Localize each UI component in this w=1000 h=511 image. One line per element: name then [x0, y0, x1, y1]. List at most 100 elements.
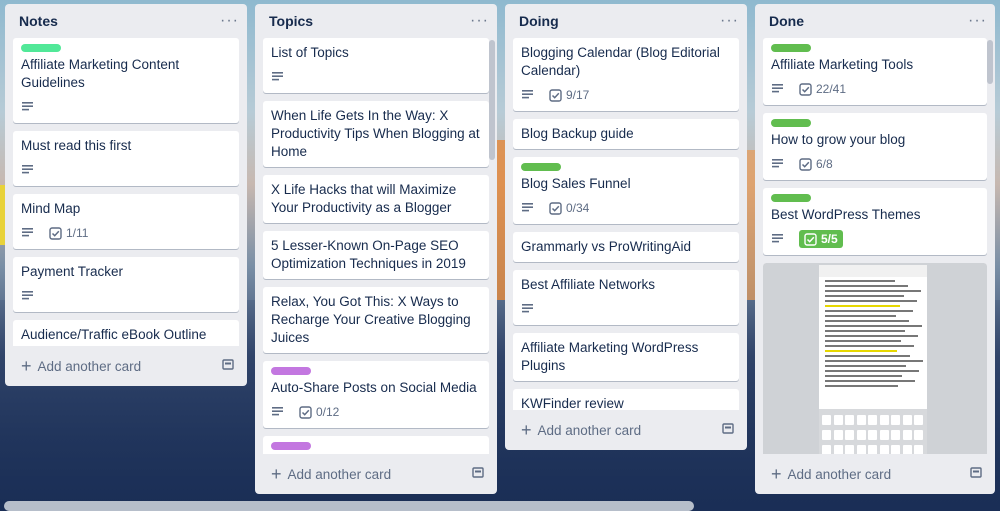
card-title: Best WordPress Themes — [771, 207, 921, 222]
card[interactable]: How to Start Increasing Your Facebook Pa… — [263, 436, 489, 454]
card-badges — [21, 160, 231, 180]
keyboard-key — [914, 445, 923, 454]
list-title[interactable]: Topics — [269, 13, 313, 29]
card-title: 5 Lesser-Known On-Page SEO Optimization … — [271, 238, 466, 271]
list-header: Notes ··· — [5, 4, 247, 38]
card[interactable]: Relax, You Got This: X Ways to Recharge … — [263, 287, 489, 353]
card[interactable]: Best Affiliate Networks — [513, 270, 739, 325]
card[interactable] — [763, 263, 987, 454]
description-icon — [271, 406, 289, 418]
list-scrollbar[interactable] — [489, 40, 495, 160]
text-line — [825, 325, 922, 327]
checklist-count: 0/12 — [316, 405, 340, 419]
card-label-purple[interactable] — [271, 442, 311, 450]
card-label-green[interactable] — [521, 163, 561, 171]
card[interactable]: Mind Map 1/11 — [13, 194, 239, 249]
keyboard-key — [822, 430, 831, 440]
card-label-purple[interactable] — [271, 367, 311, 375]
card-title: Must read this first — [21, 138, 132, 153]
text-line — [825, 340, 901, 342]
card[interactable]: Payment Tracker — [13, 257, 239, 312]
card[interactable]: Best WordPress Themes 5/5 — [763, 188, 987, 255]
card-list: Affiliate Marketing Content Guidelines Mu… — [5, 38, 247, 346]
text-line — [825, 370, 919, 372]
list-footer: + Add another card — [505, 410, 747, 450]
card[interactable]: Affiliate Marketing WordPress Plugins — [513, 333, 739, 381]
list-topics: Topics ··· List of Topics When Life Gets In… — [255, 4, 497, 494]
card[interactable]: KWFinder review — [513, 389, 739, 410]
card[interactable]: Audience/Traffic eBook Outline1 — [13, 320, 239, 346]
card[interactable]: Affiliate Marketing Content Guidelines — [13, 38, 239, 123]
description-icon — [521, 202, 539, 214]
board-horizontal-scrollbar[interactable] — [4, 501, 694, 511]
card[interactable]: Must read this first — [13, 131, 239, 186]
checklist-count: 22/41 — [816, 82, 847, 96]
keyboard-key — [868, 445, 877, 454]
list-menu-icon[interactable]: ··· — [470, 13, 489, 29]
card[interactable]: Blog Sales Funnel 0/34 — [513, 157, 739, 224]
list-title[interactable]: Doing — [519, 13, 559, 29]
text-line — [825, 305, 900, 307]
keyboard-key — [891, 430, 900, 440]
card-badges: 22/41 — [771, 79, 979, 99]
card-badges — [21, 286, 231, 306]
card-title: Affiliate Marketing Content Guidelines — [21, 57, 180, 90]
keyboard-key — [891, 415, 900, 425]
card-badges: 9/17 — [521, 85, 731, 105]
text-line — [825, 350, 897, 352]
card-label-teal[interactable] — [21, 44, 61, 52]
keyboard-key — [856, 445, 866, 454]
card-title: When Life Gets In the Way: X Productivit… — [271, 108, 480, 159]
card[interactable]: Blog Backup guide — [513, 119, 739, 149]
card-label-green[interactable] — [771, 194, 811, 202]
card-template-icon[interactable] — [721, 422, 735, 439]
card[interactable]: X Life Hacks that will Maximize Your Pro… — [263, 175, 489, 223]
card-template-icon[interactable] — [969, 466, 983, 483]
card[interactable]: List of Topics — [263, 38, 489, 93]
list-title[interactable]: Notes — [19, 13, 58, 29]
card[interactable]: Blogging Calendar (Blog Editorial Calend… — [513, 38, 739, 111]
phone-status-bar — [819, 265, 927, 277]
list-menu-icon[interactable]: ··· — [720, 13, 739, 29]
text-line — [825, 360, 923, 362]
card-list: Blogging Calendar (Blog Editorial Calend… — [505, 38, 747, 410]
card[interactable]: 5 Lesser-Known On-Page SEO Optimization … — [263, 231, 489, 279]
card-title: Audience/Traffic eBook Outline — [21, 327, 207, 342]
list-header: Done ··· — [755, 4, 995, 38]
keyboard-key — [879, 445, 889, 454]
card-title: Best Affiliate Networks — [521, 277, 656, 292]
keyboard-key — [845, 445, 854, 454]
keyboard-key — [902, 415, 912, 425]
card-template-icon[interactable] — [221, 358, 235, 375]
description-icon — [21, 227, 39, 239]
card-badges: 0/12 — [271, 402, 481, 422]
text-line — [825, 320, 909, 322]
card-template-icon[interactable] — [471, 466, 485, 483]
keyboard-key — [868, 415, 877, 425]
list-menu-icon[interactable]: ··· — [968, 13, 987, 29]
card-title: Mind Map — [21, 201, 81, 216]
card-badges: 5/5 — [771, 229, 979, 249]
text-line — [825, 345, 914, 347]
text-line — [825, 335, 918, 337]
card-title: Payment Tracker — [21, 264, 124, 279]
add-card-button[interactable]: + Add another card — [21, 357, 141, 375]
card-label-green[interactable] — [771, 44, 811, 52]
add-card-button[interactable]: + Add another card — [771, 465, 892, 483]
add-card-button[interactable]: + Add another card — [521, 420, 641, 440]
add-card-label: Add another card — [787, 466, 892, 482]
list-scrollbar[interactable] — [987, 40, 993, 84]
checklist-count: 9/17 — [566, 88, 590, 102]
list-menu-icon[interactable]: ··· — [220, 13, 239, 29]
phone-screenshot — [819, 265, 927, 454]
add-card-button[interactable]: + Add another card — [271, 465, 391, 483]
card-label-green[interactable] — [771, 119, 811, 127]
card[interactable]: Auto-Share Posts on Social Media 0/12 — [263, 361, 489, 428]
card-title: X Life Hacks that will Maximize Your Pro… — [271, 182, 457, 215]
card[interactable]: How to grow your blog 6/8 — [763, 113, 987, 180]
card[interactable]: When Life Gets In the Way: X Productivit… — [263, 101, 489, 167]
card[interactable]: Grammarly vs ProWritingAid — [513, 232, 739, 262]
list-title[interactable]: Done — [769, 13, 804, 29]
card[interactable]: Affiliate Marketing Tools 22/41 — [763, 38, 987, 105]
plus-icon: + — [521, 420, 532, 440]
